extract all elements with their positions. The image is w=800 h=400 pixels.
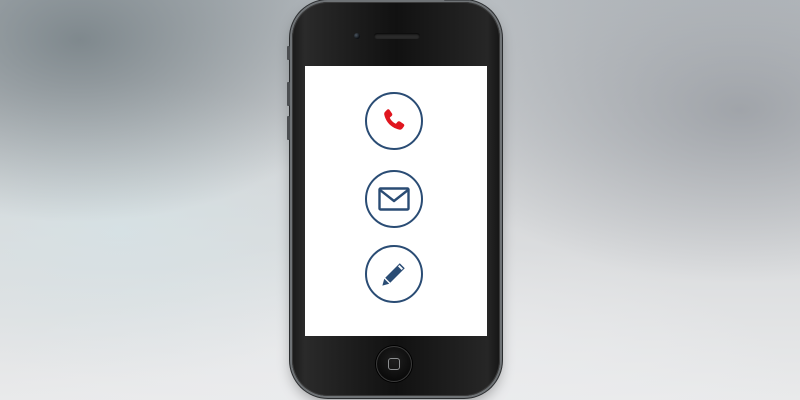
power-button [444,0,470,1]
call-button[interactable] [365,92,423,150]
mail-button[interactable] [365,170,423,228]
volume-down-button [287,116,290,140]
home-button[interactable] [376,346,412,382]
front-camera [354,33,360,39]
edit-button[interactable] [365,245,423,303]
volume-up-button [287,82,290,106]
smartphone [287,0,500,396]
phone-screen [305,66,487,336]
envelope-icon [378,187,410,211]
pencil-icon [382,263,405,286]
mute-switch [287,46,290,60]
phone-icon [384,109,405,130]
home-square-icon [388,358,400,370]
earpiece-speaker [374,33,420,39]
